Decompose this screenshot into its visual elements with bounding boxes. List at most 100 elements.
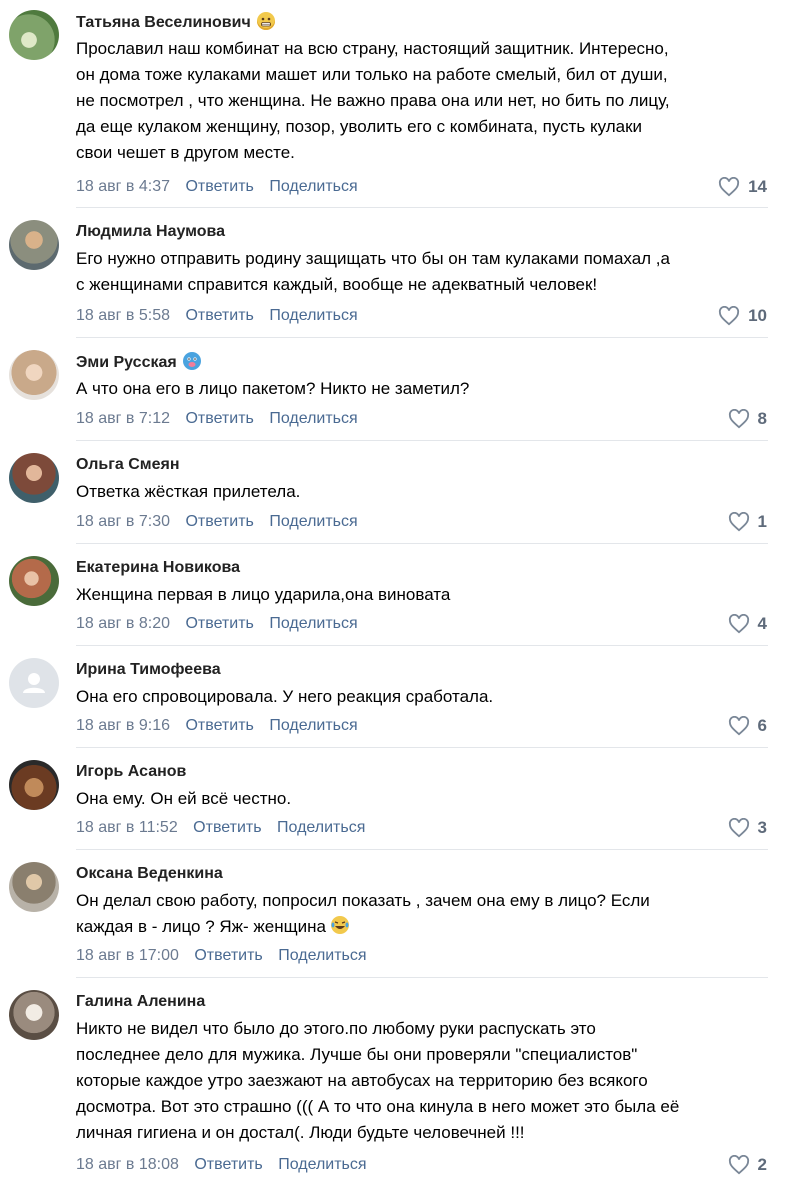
author-name[interactable]: Татьяна Веселинович xyxy=(76,12,275,33)
heart-icon xyxy=(719,306,740,326)
comment-date[interactable]: 18 авг в 8:20 xyxy=(76,615,170,632)
reply-button[interactable]: Ответить xyxy=(194,1156,262,1173)
like-button[interactable]: 3 xyxy=(728,818,767,838)
cold-face-icon xyxy=(182,352,201,370)
comment-text: Прославил наш комбинат на всю страну, на… xyxy=(76,39,670,162)
comment-meta: 18 авг в 7:12 Ответить Поделиться xyxy=(76,409,369,429)
comment-date[interactable]: 18 авг в 17:00 xyxy=(76,947,179,964)
reply-button[interactable]: Ответить xyxy=(185,307,253,324)
share-button[interactable]: Поделиться xyxy=(278,1156,366,1173)
author-name[interactable]: Ольга Смеян xyxy=(76,455,180,475)
reply-button[interactable]: Ответить xyxy=(185,615,253,632)
share-button[interactable]: Поделиться xyxy=(277,819,365,836)
comment-meta: 18 авг в 8:20 Ответить Поделиться xyxy=(76,614,369,634)
comment-meta: 18 авг в 17:00 Ответить Поделиться xyxy=(76,946,378,966)
like-count: 8 xyxy=(757,409,767,428)
share-button[interactable]: Поделиться xyxy=(269,615,357,632)
heart-icon xyxy=(728,409,749,429)
comment-date[interactable]: 18 авг в 11:52 xyxy=(76,819,178,836)
share-button[interactable]: Поделиться xyxy=(278,947,366,964)
avatar[interactable] xyxy=(9,760,59,810)
heart-icon xyxy=(728,614,749,634)
author-name[interactable]: Игорь Асанов xyxy=(76,762,186,782)
comment-date[interactable]: 18 авг в 9:16 xyxy=(76,717,170,734)
grimacing-face-icon xyxy=(256,12,275,30)
like-count: 1 xyxy=(757,512,767,531)
divider xyxy=(76,337,768,338)
heart-icon xyxy=(719,177,740,197)
like-button[interactable]: 14 xyxy=(718,177,767,197)
like-button[interactable]: 4 xyxy=(728,614,767,634)
avatar[interactable] xyxy=(9,10,59,60)
reply-button[interactable]: Ответить xyxy=(185,178,253,195)
like-count: 6 xyxy=(757,716,767,735)
heart-icon xyxy=(728,818,749,838)
comment-date[interactable]: 18 авг в 18:08 xyxy=(76,1156,179,1173)
divider xyxy=(76,645,768,646)
divider xyxy=(76,977,768,978)
author-name[interactable]: Галина Аленина xyxy=(76,992,205,1012)
comment-text: А что она его в лицо пакетом? Никто не з… xyxy=(76,379,470,398)
reply-button[interactable]: Ответить xyxy=(194,947,262,964)
avatar[interactable] xyxy=(9,453,59,503)
heart-icon xyxy=(728,716,749,736)
comment-meta: 18 авг в 9:16 Ответить Поделиться xyxy=(76,716,369,736)
like-count: 14 xyxy=(748,177,767,196)
comment-text: Его нужно отправить родину защищать что … xyxy=(76,249,670,294)
heart-icon xyxy=(728,1155,749,1175)
avatar[interactable] xyxy=(9,350,59,400)
comment-meta: 18 авг в 4:37 Ответить Поделиться xyxy=(76,177,369,197)
author-name[interactable]: Эми Русская xyxy=(76,352,201,373)
like-button[interactable]: 8 xyxy=(728,409,767,429)
comment-date[interactable]: 18 авг в 7:30 xyxy=(76,513,170,530)
like-button[interactable]: 6 xyxy=(728,716,767,736)
share-button[interactable]: Поделиться xyxy=(269,410,357,427)
like-count: 4 xyxy=(757,614,767,633)
author-name[interactable]: Екатерина Новикова xyxy=(76,558,240,578)
comment-text: Он делал свою работу, попросил показать … xyxy=(76,888,776,940)
avatar[interactable] xyxy=(9,990,59,1040)
heart-icon xyxy=(728,512,749,532)
author-name[interactable]: Оксана Веденкина xyxy=(76,864,223,884)
comment-meta: 18 авг в 11:52 Ответить Поделиться xyxy=(76,818,376,838)
comment-text: Ответка жёсткая прилетела. xyxy=(76,482,301,501)
like-button[interactable]: 10 xyxy=(718,306,767,326)
divider xyxy=(76,207,768,208)
comment-meta: 18 авг в 5:58 Ответить Поделиться xyxy=(76,306,369,326)
comment-date[interactable]: 18 авг в 4:37 xyxy=(76,178,170,195)
author-name-text[interactable]: Эми Русская xyxy=(76,354,177,371)
comment-text: Женщина первая в лицо ударила,она винова… xyxy=(76,585,451,604)
reply-button[interactable]: Ответить xyxy=(193,819,261,836)
comment-meta: 18 авг в 18:08 Ответить Поделиться xyxy=(76,1155,378,1175)
comment-date[interactable]: 18 авг в 5:58 xyxy=(76,307,170,324)
author-name[interactable]: Людмила Наумова xyxy=(76,222,225,242)
like-count: 10 xyxy=(748,306,767,325)
reply-button[interactable]: Ответить xyxy=(185,717,253,734)
author-name-text[interactable]: Татьяна Веселинович xyxy=(76,14,251,31)
laughing-tears-icon xyxy=(330,915,350,935)
share-button[interactable]: Поделиться xyxy=(269,717,357,734)
like-button[interactable]: 1 xyxy=(728,512,767,532)
like-count: 3 xyxy=(757,818,767,837)
divider xyxy=(76,747,768,748)
comment-text: Она ему. Он ей всё честно. xyxy=(76,789,292,808)
like-button[interactable]: 2 xyxy=(728,1155,767,1175)
reply-button[interactable]: Ответить xyxy=(185,513,253,530)
avatar[interactable] xyxy=(9,556,59,606)
like-count: 2 xyxy=(757,1155,767,1174)
comment-text: Никто не видел что было до этого.по любо… xyxy=(76,1019,680,1142)
share-button[interactable]: Поделиться xyxy=(269,513,357,530)
comment-meta: 18 авг в 7:30 Ответить Поделиться xyxy=(76,512,369,532)
default-avatar-icon[interactable] xyxy=(9,658,59,708)
comment-text-content: Он делал свою работу, попросил показать … xyxy=(76,891,650,936)
divider xyxy=(76,543,768,544)
comment-date[interactable]: 18 авг в 7:12 xyxy=(76,410,170,427)
avatar[interactable] xyxy=(9,220,59,270)
comment-text: Она его спровоцировала. У него реакция с… xyxy=(76,687,494,706)
author-name[interactable]: Ирина Тимофеева xyxy=(76,660,221,680)
divider xyxy=(76,440,768,441)
avatar[interactable] xyxy=(9,862,59,912)
share-button[interactable]: Поделиться xyxy=(269,307,357,324)
reply-button[interactable]: Ответить xyxy=(185,410,253,427)
share-button[interactable]: Поделиться xyxy=(269,178,357,195)
